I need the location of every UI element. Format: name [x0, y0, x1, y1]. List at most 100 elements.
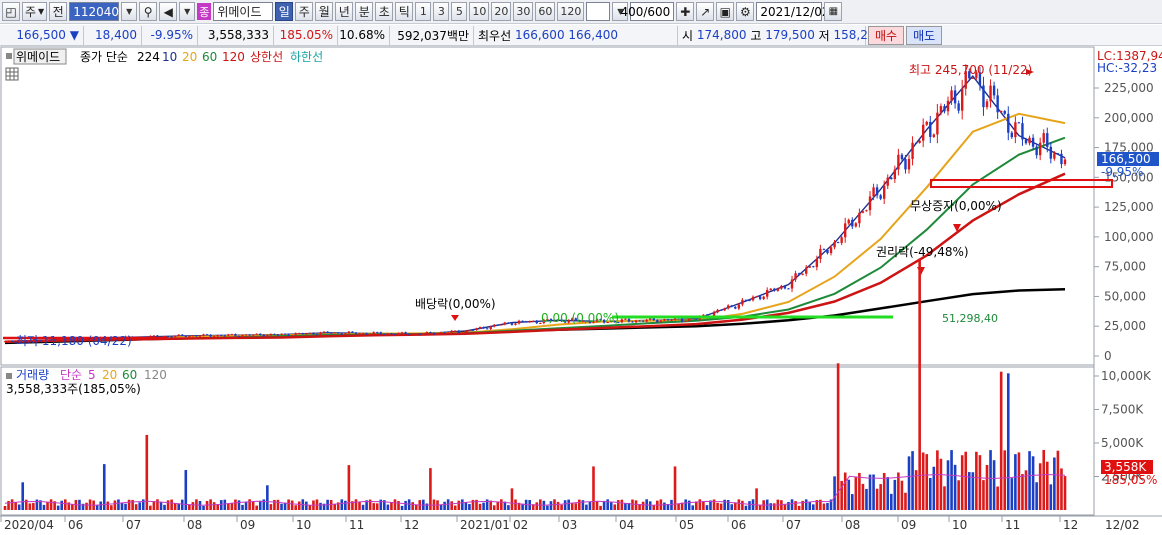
- candle-body: [446, 332, 450, 334]
- volume-bar: [202, 505, 205, 510]
- volume-bar: [687, 500, 691, 510]
- volume-bar: [726, 500, 730, 510]
- period-minute-button[interactable]: 분: [355, 2, 374, 21]
- candle-body: [298, 333, 301, 335]
- candle-body: [244, 334, 248, 336]
- window-menu-icon[interactable]: ◰: [2, 2, 20, 21]
- volume-bar: [216, 504, 220, 510]
- volume-pane-menu-icon[interactable]: [6, 373, 12, 379]
- volume-bar: [861, 483, 865, 510]
- save-icon[interactable]: ▣: [716, 2, 735, 21]
- volume-bar: [3, 505, 7, 510]
- candle-body: [266, 335, 269, 337]
- candle-body: [999, 111, 1003, 113]
- custom-interval-input[interactable]: [586, 2, 611, 21]
- candle-body: [1028, 137, 1031, 144]
- candle-body: [7, 340, 10, 342]
- volume-bar: [500, 499, 503, 510]
- candle-body: [1024, 139, 1028, 144]
- volume-bar: [960, 455, 964, 510]
- gear-icon[interactable]: ⚙: [736, 2, 755, 21]
- candle-body: [372, 332, 375, 334]
- candle-body: [294, 333, 297, 336]
- candle-body: [684, 320, 687, 322]
- grid-toggle-icon[interactable]: [5, 67, 19, 81]
- code-dropdown-icon[interactable]: ▼: [121, 2, 138, 21]
- volume-bar: [943, 486, 946, 510]
- ma-label: 51,298,40: [942, 312, 998, 325]
- count-input[interactable]: 400/600: [620, 2, 675, 21]
- period-day-button[interactable]: 일: [275, 2, 294, 21]
- volume-bar: [145, 434, 149, 510]
- sound-dropdown-icon[interactable]: ▼: [179, 2, 196, 21]
- x-label-7: 12: [404, 518, 419, 532]
- search-icon[interactable]: ⚲: [139, 2, 158, 21]
- volume-bar: [212, 502, 216, 510]
- x-label-15: 08: [845, 518, 860, 532]
- period-second-button[interactable]: 초: [375, 2, 394, 21]
- candle-body: [283, 333, 287, 335]
- line-tool-icon[interactable]: ↗: [696, 2, 715, 21]
- sell-button[interactable]: 매도: [906, 25, 943, 45]
- candle-body: [744, 299, 748, 301]
- volume-bar: [188, 504, 191, 510]
- candle-body: [457, 330, 460, 333]
- interval-3-button[interactable]: 3: [433, 2, 450, 21]
- interval-60-button[interactable]: 60: [535, 2, 556, 21]
- candle-body: [333, 332, 336, 334]
- candle-body: [404, 332, 407, 334]
- volume-bar: [152, 501, 156, 510]
- candle-body: [1060, 153, 1063, 165]
- candle-body: [822, 248, 826, 250]
- interval-1-button[interactable]: 1: [415, 2, 432, 21]
- candle-body: [1038, 142, 1042, 156]
- crosshair-icon[interactable]: ✚: [676, 2, 695, 21]
- volume-bar: [461, 499, 464, 510]
- date-input[interactable]: 2021/12/02: [756, 2, 830, 21]
- volume-bar: [808, 502, 812, 510]
- candle-body: [790, 279, 794, 289]
- interval-10-button[interactable]: 10: [469, 2, 490, 21]
- period-tick-button[interactable]: 틱: [395, 2, 414, 21]
- buy-button[interactable]: 매수: [868, 25, 905, 45]
- volume-bar: [723, 499, 726, 510]
- volume-bar: [546, 505, 549, 510]
- volume-bar: [932, 466, 936, 510]
- pane-menu-icon[interactable]: [6, 53, 12, 59]
- all-button[interactable]: 전: [49, 2, 68, 21]
- period-month-button[interactable]: 월: [315, 2, 334, 21]
- candle-body: [181, 334, 184, 336]
- volume-bar: [900, 480, 904, 510]
- volume-legend-60: 60: [122, 368, 137, 382]
- volume-bar: [847, 479, 851, 510]
- sound-icon[interactable]: ◀: [159, 2, 178, 21]
- interval-5-button[interactable]: 5: [451, 2, 468, 21]
- candle-body: [223, 335, 226, 337]
- period-week-button[interactable]: 주: [295, 2, 314, 21]
- high-label: 고: [750, 28, 762, 43]
- stock-code-input[interactable]: 112040: [69, 2, 120, 21]
- candle-body: [847, 219, 850, 224]
- candle-body: [241, 334, 244, 337]
- price-y-tick-7: 50,000: [1104, 289, 1146, 303]
- period-year-button[interactable]: 년: [335, 2, 354, 21]
- interval-20-button[interactable]: 20: [491, 2, 512, 21]
- interval-120-button[interactable]: 120: [557, 2, 585, 21]
- volume-bar: [1056, 450, 1060, 510]
- x-label-1: 06: [68, 518, 83, 532]
- candle-body: [500, 324, 503, 326]
- stock-name-field[interactable]: 위메이드: [213, 2, 274, 21]
- volume-bar: [443, 501, 446, 510]
- volume-bar: [868, 474, 872, 510]
- volume-tag-text: 3,558K: [1104, 460, 1147, 474]
- volume-bar: [677, 503, 680, 510]
- period-dropdown[interactable]: 주 ▼: [22, 2, 48, 21]
- volume-bar: [354, 499, 358, 510]
- volume-bar: [230, 503, 234, 510]
- interval-30-button[interactable]: 30: [513, 2, 534, 21]
- volume-bar: [712, 499, 716, 510]
- x-label-5: 10: [296, 518, 311, 532]
- candle-body: [521, 320, 524, 322]
- calendar-icon[interactable]: ▦: [824, 2, 843, 21]
- candle-body: [766, 290, 769, 297]
